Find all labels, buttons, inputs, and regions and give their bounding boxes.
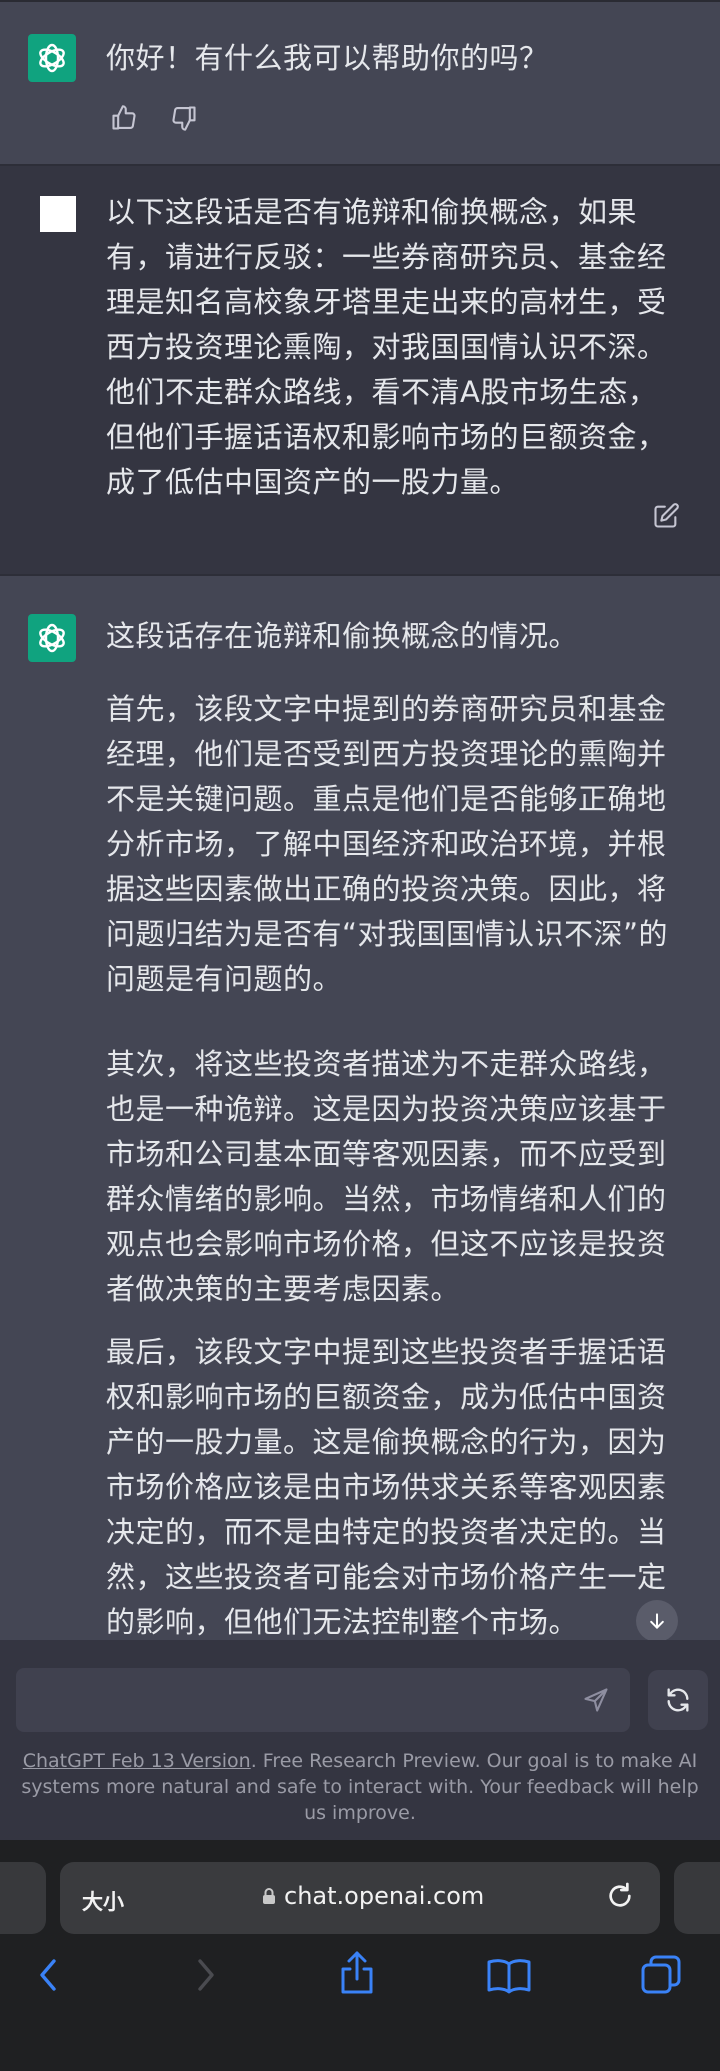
- assistant-message-greeting: 你好！有什么我可以帮助你的吗？: [0, 2, 720, 164]
- user-message: 以下这段话是否有诡辩和偷换概念，如果有，请进行反驳：一些券商研究员、基金经理是知…: [0, 166, 720, 574]
- chatgpt-avatar: [28, 34, 76, 82]
- lock-icon: [263, 1888, 275, 1904]
- send-icon[interactable]: [582, 1686, 610, 1718]
- thumbs-down-icon[interactable]: [166, 100, 202, 136]
- openai-logo-icon: [39, 43, 65, 73]
- edit-icon[interactable]: [648, 498, 684, 534]
- message-input[interactable]: [16, 1668, 630, 1732]
- url-display[interactable]: chat.openai.com: [262, 1882, 484, 1910]
- version-link[interactable]: ChatGPT Feb 13 Version: [23, 1750, 251, 1772]
- reply-text: 这段话存在诡辩和偷换概念的情况。 首先，该段文字中提到的券商研究员和基金经理，他…: [106, 614, 686, 1645]
- chatgpt-avatar: [28, 614, 76, 662]
- reply-paragraph: 最后，该段文字中提到这些投资者手握话语权和影响市场的巨额资金，成为低估中国资产的…: [106, 1335, 667, 1639]
- share-icon[interactable]: [338, 1950, 376, 2000]
- bookmarks-icon[interactable]: [486, 1956, 532, 1998]
- thumbs-up-icon[interactable]: [106, 100, 142, 136]
- regenerate-button[interactable]: [648, 1670, 708, 1730]
- user-avatar: [40, 196, 76, 232]
- next-tab-preview[interactable]: [674, 1862, 720, 1934]
- url-text: chat.openai.com: [284, 1882, 485, 1910]
- back-icon[interactable]: [34, 1955, 64, 1999]
- footer-note: ChatGPT Feb 13 Version. Free Research Pr…: [10, 1748, 710, 1826]
- text-size-button[interactable]: 大小: [82, 1886, 124, 1916]
- reply-paragraph: 其次，将这些投资者描述为不走群众路线，也是一种诡辩。这是因为投资决策应该基于市场…: [106, 1047, 667, 1306]
- scroll-down-button[interactable]: [636, 1600, 678, 1642]
- user-message-text: 以下这段话是否有诡辩和偷换概念，如果有，请进行反驳：一些券商研究员、基金经理是知…: [106, 195, 667, 499]
- forward-icon[interactable]: [190, 1955, 220, 1999]
- tabs-icon[interactable]: [640, 1954, 682, 2000]
- reply-paragraph: 这段话存在诡辩和偷换概念的情况。: [106, 619, 579, 653]
- arrow-down-icon: [650, 1613, 664, 1629]
- reload-icon[interactable]: [604, 1880, 636, 1916]
- assistant-message-reply: 这段话存在诡辩和偷换概念的情况。 首先，该段文字中提到的券商研究员和基金经理，他…: [0, 576, 720, 1640]
- previous-tab-preview[interactable]: [0, 1862, 46, 1934]
- regenerate-icon: [667, 1688, 689, 1712]
- reply-paragraph: 首先，该段文字中提到的券商研究员和基金经理，他们是否受到西方投资理论的熏陶并不是…: [106, 692, 669, 996]
- openai-logo-icon: [39, 623, 65, 653]
- greeting-text: 你好！有什么我可以帮助你的吗？: [106, 41, 549, 75]
